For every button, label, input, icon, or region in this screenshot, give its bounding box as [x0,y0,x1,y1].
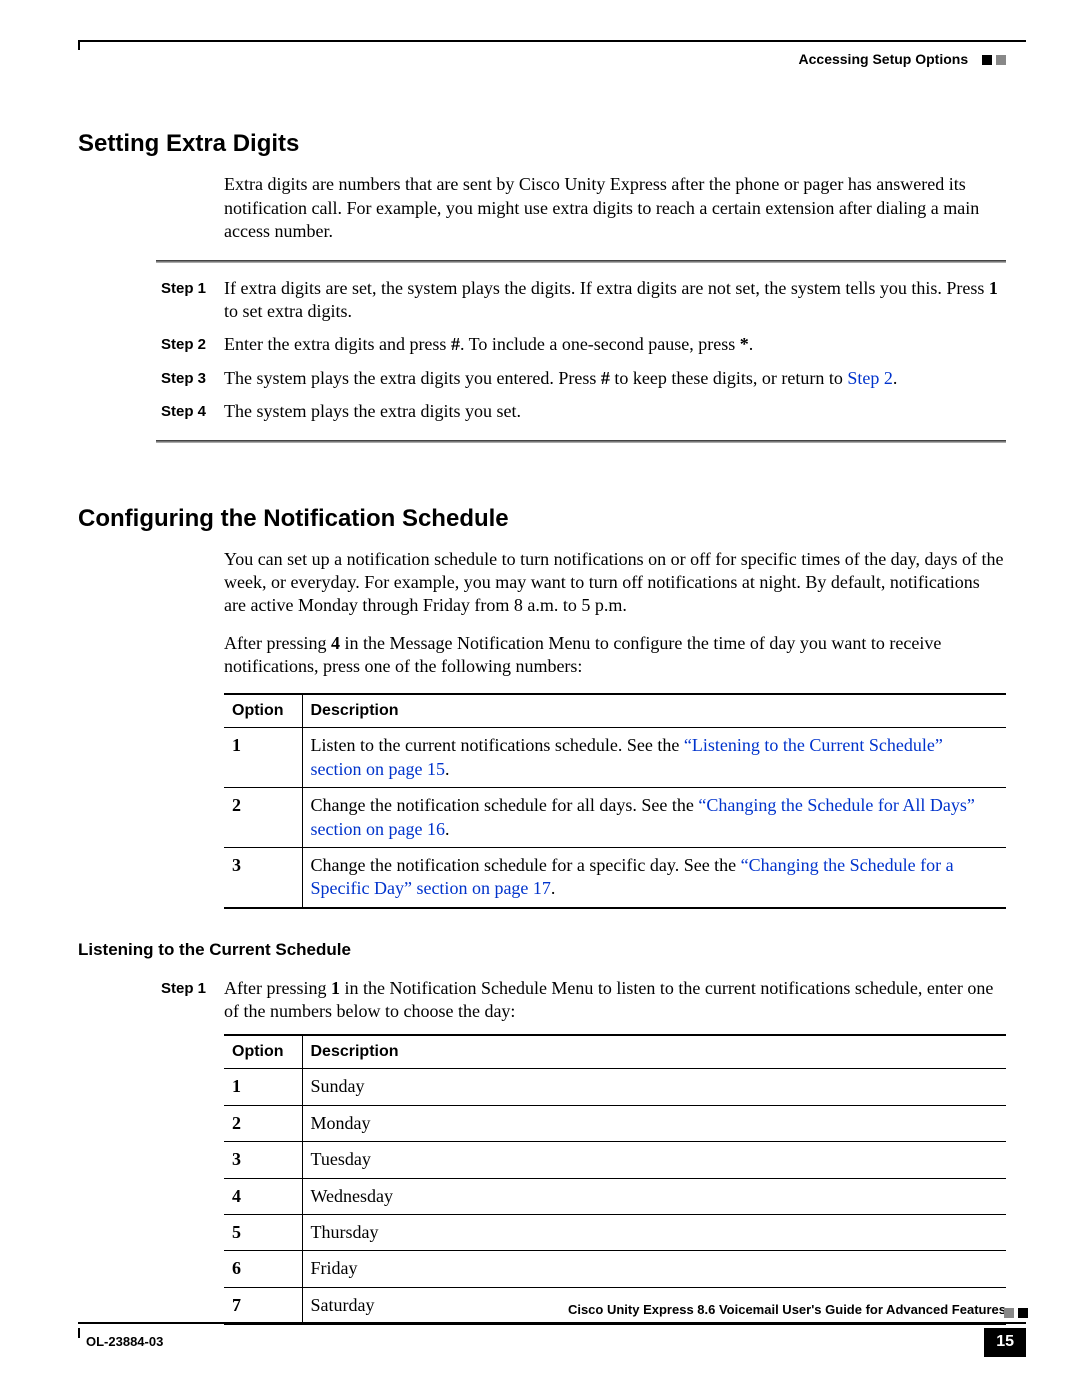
option-cell: 3 [224,848,302,908]
table-row: 5 Thursday [224,1215,1006,1251]
day-cell: Friday [302,1251,1006,1287]
description-cell: Listen to the current notifications sche… [302,728,1006,788]
options-table: Option Description 1 Listen to the curre… [224,693,1006,909]
step-label: Step 4 [78,400,224,423]
option-cell: 4 [224,1178,302,1214]
footer-doc-title: Cisco Unity Express 8.6 Voicemail User's… [78,1302,1026,1324]
option-cell: 6 [224,1251,302,1287]
day-cell: Thursday [302,1215,1006,1251]
rule [156,440,1006,443]
footer-doc-id: OL-23884-03 [78,1334,163,1351]
step-row: Step 3 The system plays the extra digits… [78,367,1026,390]
option-cell: 2 [224,1105,302,1141]
step-label: Step 3 [78,367,224,390]
option-cell: 3 [224,1142,302,1178]
table-row: 6 Friday [224,1251,1006,1287]
col-header-option: Option [224,1035,302,1069]
table-row: 1 Listen to the current notifications sc… [224,728,1006,788]
col-header-description: Description [302,1035,1006,1069]
step-body: The system plays the extra digits you en… [224,367,1026,390]
step-label: Step 1 [78,277,224,324]
paragraph: You can set up a notification schedule t… [224,548,1006,618]
step-body: Enter the extra digits and press #. To i… [224,333,1026,356]
step-label: Step 2 [78,333,224,356]
heading-configuring-notification-schedule: Configuring the Notification Schedule [78,503,1026,534]
step-row: Step 1 After pressing 1 in the Notificat… [78,977,1026,1024]
heading-setting-extra-digits: Setting Extra Digits [78,128,1026,159]
step-body: After pressing 1 in the Notification Sch… [224,977,1026,1024]
table-row: 3 Change the notification schedule for a… [224,848,1006,908]
description-cell: Change the notification schedule for a s… [302,848,1006,908]
step-row: Step 1 If extra digits are set, the syst… [78,277,1026,324]
table-row: 2 Change the notification schedule for a… [224,788,1006,848]
days-table: Option Description 1 Sunday2 Monday3 Tue… [224,1034,1006,1326]
step-body: The system plays the extra digits you se… [224,400,1026,423]
day-cell: Sunday [302,1069,1006,1105]
step-row: Step 4 The system plays the extra digits… [78,400,1026,423]
step-body: If extra digits are set, the system play… [224,277,1026,324]
header-breadcrumb: Accessing Setup Options [78,50,1026,68]
table-row: 1 Sunday [224,1069,1006,1105]
day-cell: Tuesday [302,1142,1006,1178]
table-row: 2 Monday [224,1105,1006,1141]
option-cell: 1 [224,728,302,788]
col-header-option: Option [224,694,302,728]
description-cell: Change the notification schedule for all… [302,788,1006,848]
page-number: 15 [984,1328,1026,1357]
option-cell: 5 [224,1215,302,1251]
option-cell: 2 [224,788,302,848]
day-cell: Monday [302,1105,1006,1141]
step-row: Step 2 Enter the extra digits and press … [78,333,1026,356]
rule [156,260,1006,263]
table-row: 4 Wednesday [224,1178,1006,1214]
paragraph: After pressing 4 in the Message Notifica… [224,632,1006,679]
table-row: 3 Tuesday [224,1142,1006,1178]
day-cell: Wednesday [302,1178,1006,1214]
option-cell: 1 [224,1069,302,1105]
heading-listening-current-schedule: Listening to the Current Schedule [78,939,1026,961]
step-label: Step 1 [78,977,224,1024]
col-header-description: Description [302,694,1006,728]
intro-paragraph: Extra digits are numbers that are sent b… [224,173,1006,243]
